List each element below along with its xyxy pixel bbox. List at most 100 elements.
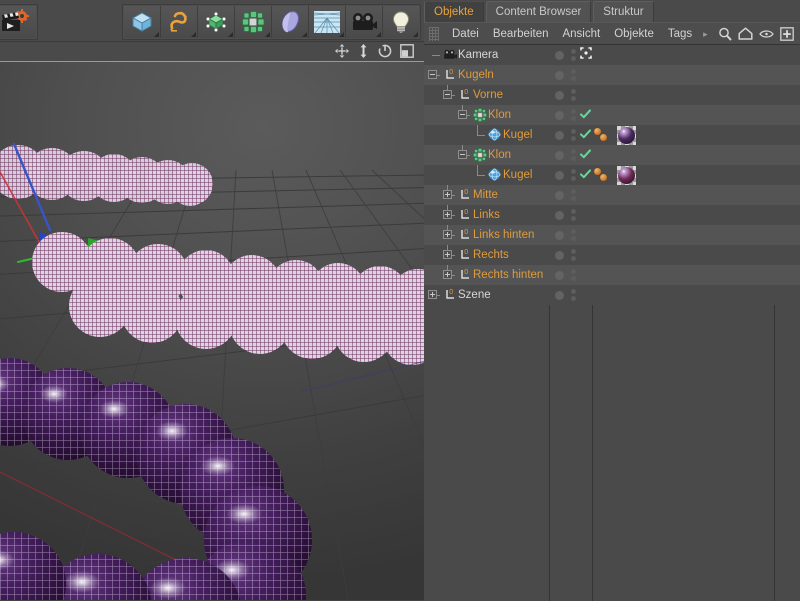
visibility-dot[interactable] [571, 269, 576, 274]
expand-icon[interactable] [443, 270, 452, 279]
visibility-toggle-dots[interactable] [571, 149, 576, 161]
tree-item-kugel[interactable]: Kugel [424, 125, 549, 145]
hyper-nurbs-button[interactable] [198, 6, 235, 38]
visibility-dot[interactable] [571, 116, 576, 121]
viewport-scale-icon[interactable] [357, 44, 370, 58]
tree-item-vorne[interactable]: 0 Vorne [424, 85, 549, 105]
visibility-dot[interactable] [571, 276, 576, 281]
tab-content-browser[interactable]: Content Browser [485, 1, 592, 22]
visibility-toggle-dots[interactable] [571, 189, 576, 201]
target-tag-icon[interactable] [580, 46, 592, 64]
viewport-rotate-icon[interactable] [378, 44, 392, 58]
visibility-dots-cell[interactable] [552, 65, 592, 85]
viewport-maximize-icon[interactable] [400, 44, 414, 58]
collapse-icon[interactable] [458, 110, 467, 119]
enable-toggle-dot[interactable] [555, 70, 564, 80]
expand-icon[interactable] [428, 290, 437, 299]
visibility-dots-cell[interactable] [552, 285, 592, 305]
enable-toggle-dot[interactable] [555, 170, 564, 180]
tree-item-kugeln[interactable]: 0 Kugeln [424, 65, 549, 85]
visibility-dot[interactable] [571, 176, 576, 181]
visibility-dots-cell[interactable] [552, 145, 592, 165]
visibility-dots-cell[interactable] [552, 225, 592, 245]
enable-toggle-dot[interactable] [555, 270, 564, 280]
collapse-icon[interactable] [428, 70, 437, 79]
tree-item-klon[interactable]: Klon [424, 145, 549, 165]
tree-row[interactable]: 0 Kugeln [424, 65, 800, 85]
menu-overflow-arrow-icon[interactable]: ▸ [699, 23, 712, 45]
tree-item-szene[interactable]: 0 Szene [424, 285, 549, 305]
visibility-dot[interactable] [571, 256, 576, 261]
visibility-dot[interactable] [571, 149, 576, 154]
tree-row[interactable]: 0 Mitte [424, 185, 800, 205]
tags-cell[interactable] [594, 125, 636, 145]
enable-toggle-dot[interactable] [555, 210, 564, 220]
add-layer-icon[interactable] [780, 26, 794, 41]
expand-icon[interactable] [443, 230, 452, 239]
menu-tags[interactable]: Tags [661, 23, 699, 45]
visibility-toggle-dots[interactable] [571, 69, 576, 81]
spline-button[interactable] [161, 6, 198, 38]
camera-button[interactable] [346, 6, 383, 38]
visibility-dots-cell[interactable] [552, 185, 592, 205]
tag-dot[interactable] [594, 128, 601, 135]
enable-toggle-dot[interactable] [555, 230, 564, 240]
tree-row[interactable]: Klon [424, 105, 800, 125]
visibility-toggle-dots[interactable] [571, 169, 576, 181]
visibility-dots-cell[interactable] [552, 105, 592, 125]
visibility-icon[interactable] [759, 29, 774, 39]
visibility-toggle-dots[interactable] [571, 129, 576, 141]
visibility-toggle-dots[interactable] [571, 269, 576, 281]
viewport-3d[interactable] [0, 61, 424, 600]
viewport-move-icon[interactable] [335, 44, 349, 58]
enable-toggle-dot[interactable] [555, 50, 564, 60]
tag-dot[interactable] [600, 174, 607, 181]
menu-bearbeiten[interactable]: Bearbeiten [486, 23, 556, 45]
visibility-dots-cell[interactable] [552, 125, 592, 145]
search-icon[interactable] [718, 27, 732, 41]
tag-dots[interactable] [594, 126, 614, 144]
collapse-icon[interactable] [458, 150, 467, 159]
object-tree[interactable]: Kamera 0 Kugeln 0 Vorne Klon Kugel Klon Kugel 0 Mi… [424, 44, 800, 601]
visibility-dot[interactable] [571, 189, 576, 194]
visibility-dot[interactable] [571, 49, 576, 54]
visibility-dot[interactable] [571, 109, 576, 114]
tags-cell[interactable] [594, 165, 636, 185]
tree-row[interactable]: Kugel [424, 125, 800, 145]
tree-row[interactable]: 0 Vorne [424, 85, 800, 105]
expand-icon[interactable] [443, 210, 452, 219]
visibility-dot[interactable] [571, 136, 576, 141]
visibility-dots-cell[interactable] [552, 85, 592, 105]
visibility-dot[interactable] [571, 216, 576, 221]
array-object-button[interactable] [235, 6, 272, 38]
tree-item-links-hinten[interactable]: 0 Links hinten [424, 225, 549, 245]
tree-item-kamera[interactable]: Kamera [424, 45, 549, 65]
enable-toggle-dot[interactable] [555, 110, 564, 120]
visibility-dot[interactable] [571, 236, 576, 241]
enable-toggle-dot[interactable] [555, 90, 564, 100]
visibility-dot[interactable] [571, 249, 576, 254]
visibility-dots-cell[interactable] [552, 45, 592, 65]
visibility-dot[interactable] [571, 76, 576, 81]
menu-datei[interactable]: Datei [445, 23, 486, 45]
material-tag-thumbnail[interactable] [617, 125, 636, 145]
visibility-dot[interactable] [571, 156, 576, 161]
tree-row[interactable]: Kamera [424, 45, 800, 65]
tree-row[interactable]: Kugel [424, 165, 800, 185]
visibility-dot[interactable] [571, 296, 576, 301]
light-button[interactable] [383, 6, 419, 38]
tree-item-klon[interactable]: Klon [424, 105, 549, 125]
tag-dot[interactable] [600, 134, 607, 141]
menu-drag-grip[interactable] [429, 26, 439, 41]
tree-row[interactable]: 0 Links [424, 205, 800, 225]
visibility-dot[interactable] [571, 96, 576, 101]
tree-item-mitte[interactable]: 0 Mitte [424, 185, 549, 205]
tree-item-kugel[interactable]: Kugel [424, 165, 549, 185]
enable-toggle-dot[interactable] [555, 150, 564, 160]
collapse-icon[interactable] [443, 90, 452, 99]
visibility-dot[interactable] [571, 129, 576, 134]
expand-icon[interactable] [443, 250, 452, 259]
tree-row[interactable]: 0 Rechts [424, 245, 800, 265]
environment-floor-button[interactable] [309, 6, 346, 38]
tree-row[interactable]: Klon [424, 145, 800, 165]
